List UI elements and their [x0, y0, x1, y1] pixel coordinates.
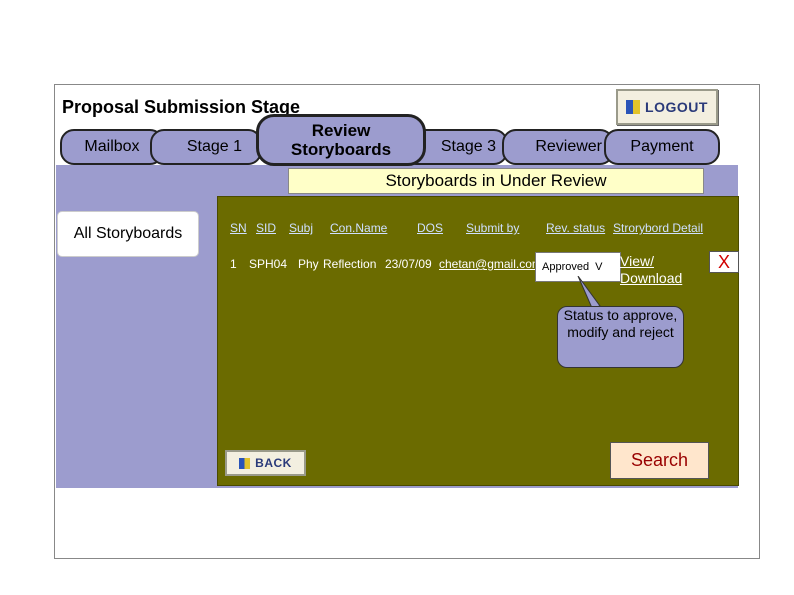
callout-pointer-icon	[577, 276, 601, 309]
tab-label: Review Storyboards	[290, 121, 392, 159]
logout-icon	[626, 100, 641, 114]
column-header-rev-status: Rev. status	[546, 221, 606, 235]
tab-mailbox[interactable]: Mailbox	[60, 129, 164, 165]
back-label: BACK	[255, 456, 292, 470]
back-button[interactable]: BACK	[225, 450, 306, 476]
tab-stage-1[interactable]: Stage 1	[150, 129, 262, 165]
tab-review-storyboards[interactable]: Review Storyboards	[256, 114, 426, 166]
select-arrow-icon: V	[595, 261, 603, 273]
cell-submit-by[interactable]: chetan@gmail.com	[439, 257, 542, 271]
column-header-subj: Subj	[289, 221, 314, 235]
cell-sn: 1	[230, 257, 237, 271]
tab-label: Payment	[630, 138, 694, 155]
cell-sid: SPH04	[249, 257, 288, 271]
column-header-detail: Strorybord Detail	[613, 221, 704, 235]
status-callout: Status to approve, modify and reject	[557, 306, 684, 368]
tab-label: Stage 3	[440, 138, 496, 155]
logout-button[interactable]: LOGOUT	[616, 89, 718, 125]
view-download-link[interactable]: View/ Download	[620, 253, 692, 287]
logout-label: LOGOUT	[645, 99, 708, 115]
tab-label: Reviewer	[535, 138, 602, 155]
column-header-submit-by: Submit by	[466, 221, 520, 235]
search-button[interactable]: Search	[610, 442, 709, 479]
page-title: Proposal Submission Stage	[62, 97, 301, 117]
close-icon[interactable]: X	[709, 251, 739, 273]
cell-dos: 23/07/09	[385, 257, 432, 271]
tab-label: Mailbox	[84, 138, 140, 155]
column-header-con-name: Con.Name	[330, 221, 388, 235]
cell-subj: Phy	[298, 257, 319, 271]
tab-label: Stage 1	[186, 138, 242, 155]
tab-reviewer[interactable]: Reviewer	[502, 129, 614, 165]
tab-payment[interactable]: Payment	[604, 129, 720, 165]
column-header-sn: SN	[230, 221, 247, 235]
panel-title: Storyboards in Under Review	[288, 168, 704, 194]
all-storyboards-link[interactable]: All Storyboards	[58, 212, 198, 256]
column-header-dos: DOS	[417, 221, 444, 235]
rev-status-value: Approved	[542, 261, 590, 273]
back-icon	[239, 457, 251, 469]
column-header-sid: SID	[256, 221, 277, 235]
cell-con-name: Reflection	[323, 257, 377, 271]
